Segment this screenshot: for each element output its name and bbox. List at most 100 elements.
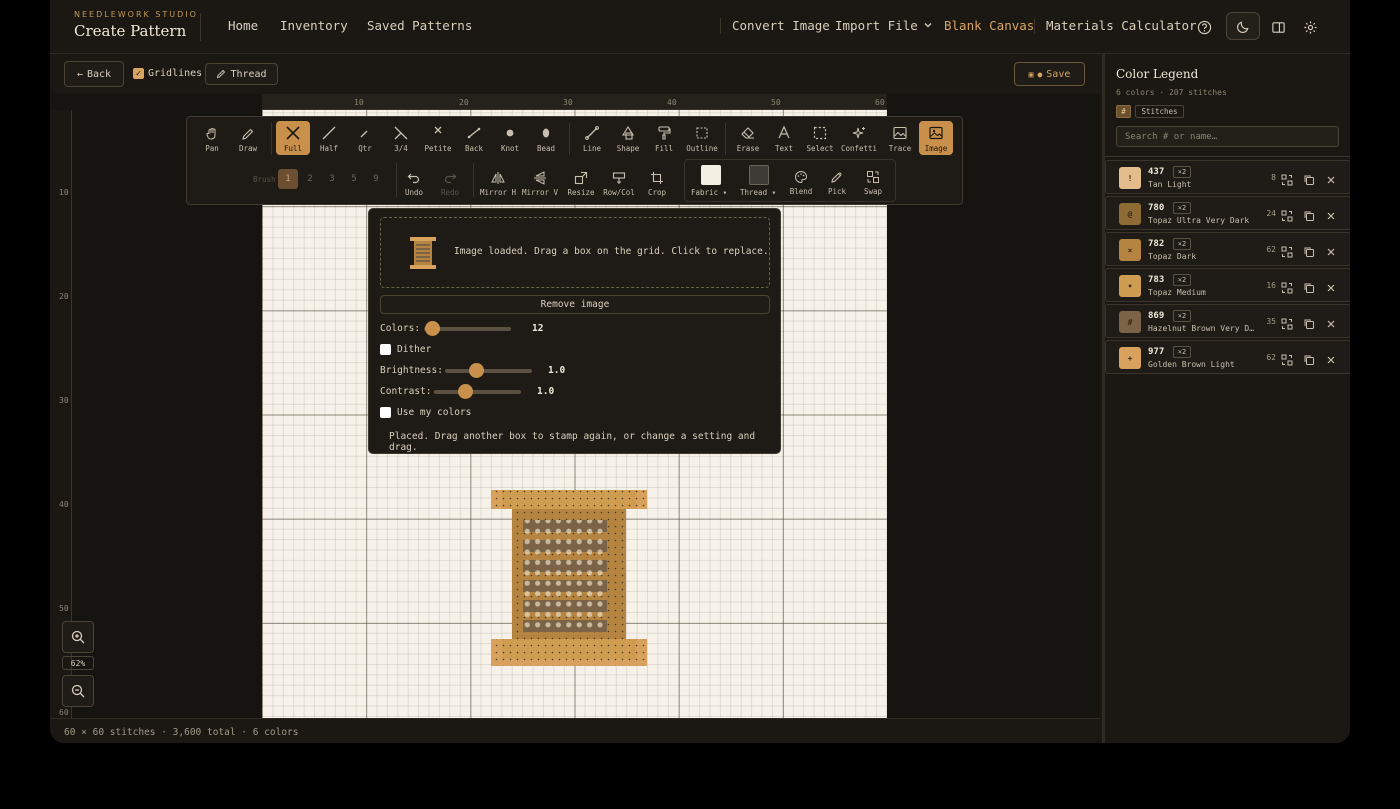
mirror-v-button[interactable]: Mirror V — [521, 165, 559, 199]
convert-image-button[interactable]: Convert Image — [732, 18, 830, 33]
nav-saved-patterns[interactable]: Saved Patterns — [367, 18, 472, 33]
layout-button[interactable] — [1263, 13, 1293, 41]
tool-french-knot[interactable]: Knot — [493, 121, 527, 155]
tool-select[interactable]: Select — [803, 121, 837, 155]
remove-color-button[interactable] — [1325, 279, 1337, 292]
copy-color-button[interactable] — [1303, 207, 1315, 221]
theme-toggle-button[interactable] — [1226, 12, 1260, 40]
undo-button[interactable]: Undo — [397, 165, 431, 199]
tool-trace[interactable]: Trace — [883, 121, 917, 155]
tool-image[interactable]: Image — [919, 121, 953, 155]
back-button[interactable]: ← Back — [64, 61, 124, 87]
slider-handle[interactable] — [458, 384, 473, 399]
nav-home[interactable]: Home — [228, 18, 258, 33]
replace-color-button[interactable] — [1281, 315, 1293, 330]
materials-calculator-button[interactable]: Materials Calculator — [1046, 18, 1197, 33]
tool-bead[interactable]: Bead — [529, 121, 563, 155]
row-col-button[interactable]: Row/Col — [600, 165, 638, 199]
tool-backstitch[interactable]: Back — [457, 121, 491, 155]
remove-color-button[interactable] — [1325, 243, 1337, 256]
sort-by-number-tag[interactable]: # — [1116, 105, 1131, 118]
brush-size-1[interactable]: 1 — [278, 169, 298, 189]
strand-count-badge[interactable]: ×2 — [1173, 238, 1191, 250]
legend-row[interactable]: × 782 ×2 Topaz Dark 62 — [1105, 232, 1350, 266]
legend-row[interactable]: @780 ×2 Topaz Ultra Very Dark 24 — [1105, 196, 1350, 230]
replace-color-button[interactable] — [1281, 171, 1293, 186]
brush-size-2[interactable]: 2 — [300, 169, 320, 189]
replace-color-button[interactable] — [1281, 351, 1293, 366]
replace-color-button[interactable] — [1281, 207, 1293, 222]
gridlines-checkbox[interactable]: ✓ — [133, 68, 144, 79]
swap-button[interactable]: Swap — [856, 164, 890, 198]
tool-outline[interactable]: Outline — [683, 121, 721, 155]
blend-button[interactable]: Blend — [784, 164, 818, 198]
remove-image-button[interactable]: Remove image — [380, 295, 770, 314]
image-drop-zone[interactable]: Image loaded. Drag a box on the grid. Cl… — [380, 217, 770, 288]
strand-count-badge[interactable]: ×2 — [1173, 310, 1191, 322]
tool-full-stitch[interactable]: Full — [276, 121, 310, 155]
help-button[interactable] — [1189, 13, 1219, 41]
tool-erase[interactable]: Erase — [731, 121, 765, 155]
tool-pan[interactable]: Pan — [195, 121, 229, 155]
strand-count-badge[interactable]: ×2 — [1173, 346, 1191, 358]
contrast-slider[interactable] — [434, 384, 521, 399]
strand-count-badge[interactable]: ×2 — [1173, 202, 1191, 214]
copy-color-button[interactable] — [1303, 279, 1315, 293]
mirror-h-button[interactable]: Mirror H — [479, 165, 517, 199]
remove-color-button[interactable] — [1325, 351, 1337, 364]
sort-by-stitches-tag[interactable]: Stitches — [1135, 105, 1184, 118]
replace-color-button[interactable] — [1281, 279, 1293, 294]
zoom-out-button[interactable] — [62, 675, 94, 707]
thread-button[interactable]: Thread — [205, 63, 278, 85]
brush-size-3[interactable]: 3 — [322, 169, 342, 189]
tool-confetti[interactable]: Confetti — [839, 121, 879, 155]
tool-quarter-stitch[interactable]: Qtr — [348, 121, 382, 155]
tool-draw[interactable]: Draw — [231, 121, 265, 155]
resize-button[interactable]: Resize — [564, 165, 598, 199]
legend-search-input[interactable]: Search # or name… — [1116, 126, 1339, 147]
tool-half-stitch[interactable]: Half — [312, 121, 346, 155]
tool-line[interactable]: Line — [575, 121, 609, 155]
slider-handle[interactable] — [469, 363, 484, 378]
copy-color-button[interactable] — [1303, 351, 1315, 365]
settings-button[interactable] — [1295, 13, 1325, 41]
thread-swatch[interactable] — [749, 165, 769, 185]
brightness-slider[interactable] — [445, 363, 532, 378]
gridlines-toggle[interactable]: ✓ Gridlines — [133, 68, 202, 79]
strand-count-badge[interactable]: ×2 — [1173, 166, 1191, 178]
strand-count-badge[interactable]: ×2 — [1173, 274, 1191, 286]
copy-color-button[interactable] — [1303, 315, 1315, 329]
copy-color-button[interactable] — [1303, 243, 1315, 257]
legend-row[interactable]: +977 ×2 Golden Brown Light 62 — [1105, 340, 1350, 374]
save-button[interactable]: ▣ ● Save — [1014, 62, 1085, 86]
remove-color-button[interactable] — [1325, 171, 1337, 184]
tool-petite-stitch[interactable]: Petite — [421, 121, 455, 155]
slider-handle[interactable] — [425, 321, 440, 336]
remove-color-button[interactable] — [1325, 315, 1337, 328]
remove-color-button[interactable] — [1325, 207, 1337, 220]
thread-dropdown[interactable]: Thread ▾ — [740, 188, 776, 197]
tool-shape[interactable]: Shape — [611, 121, 645, 155]
legend-row[interactable]: #869 ×2 Hazelnut Brown Very Dark 35 — [1105, 304, 1350, 338]
legend-row[interactable]: • 783 ×2 Topaz Medium 16 — [1105, 268, 1350, 302]
replace-color-button[interactable] — [1281, 243, 1293, 258]
fabric-swatch[interactable] — [701, 165, 721, 185]
zoom-in-button[interactable] — [62, 621, 94, 653]
colors-slider[interactable] — [424, 321, 511, 336]
tool-three-quarter-stitch[interactable]: 3/4 — [384, 121, 418, 155]
dither-checkbox[interactable] — [380, 344, 391, 355]
brush-size-9[interactable]: 9 — [366, 169, 386, 189]
pick-button[interactable]: Pick — [820, 164, 854, 198]
blank-canvas-button[interactable]: Blank Canvas — [944, 18, 1034, 33]
import-file-button[interactable]: Import File — [835, 18, 933, 33]
brush-size-5[interactable]: 5 — [344, 169, 364, 189]
tool-fill[interactable]: Fill — [647, 121, 681, 155]
copy-color-button[interactable] — [1303, 171, 1315, 185]
legend-row[interactable]: ! 437 ×2 Tan Light 8 — [1105, 160, 1350, 194]
use-my-colors-checkbox[interactable] — [380, 407, 391, 418]
tool-text[interactable]: Text — [767, 121, 801, 155]
crop-button[interactable]: Crop — [640, 165, 674, 199]
nav-inventory[interactable]: Inventory — [280, 18, 348, 33]
fabric-dropdown[interactable]: Fabric ▾ — [691, 188, 727, 197]
redo-button[interactable]: Redo — [433, 165, 467, 199]
